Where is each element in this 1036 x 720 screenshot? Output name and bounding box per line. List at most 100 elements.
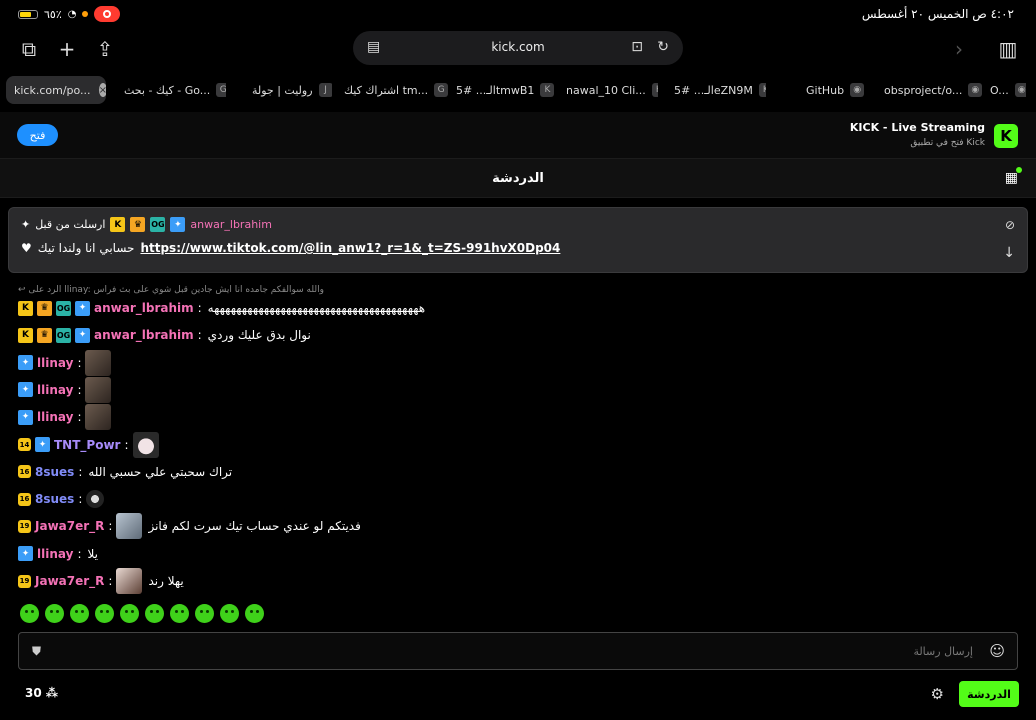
tab-favicon-icon: J	[318, 83, 332, 97]
kick-emote-icon[interactable]	[120, 604, 139, 623]
chat-emote-icon	[85, 404, 112, 431]
subscriber-badge-icon: 16	[18, 492, 31, 506]
chat-username[interactable]: llinay	[37, 356, 73, 370]
browser-tab[interactable]: GitHub ◉	[798, 76, 874, 104]
tab-label: O...	[990, 83, 1009, 97]
pinned-message[interactable]: ✦ ارسلت من قبل K ♛ OG ✦ anwar_lbrahim ♥ …	[8, 207, 1028, 273]
emoji-icon[interactable]: ☺	[989, 642, 1005, 660]
wifi-icon: ◔	[67, 8, 77, 20]
tab-close-icon[interactable]: ×	[98, 83, 106, 97]
kick-emote-icon[interactable]	[20, 604, 39, 623]
chat-message[interactable]: ✦ llinay:	[18, 404, 112, 431]
pinned-link[interactable]: https://www.tiktok.com/@lin_anw1?_r=1&_t…	[140, 241, 560, 255]
browser-toolbar: ⧉ + ⇪ ▤ kick.com ⊡ ↻ › ▥	[0, 30, 1036, 70]
chat-username[interactable]: anwar_lbrahim	[94, 301, 194, 315]
chat-message-text: نوال بدق عليك وردي	[207, 328, 311, 343]
chat-message[interactable]: 16 8sues: تراك سحبتي علي حسبي الله	[18, 459, 232, 485]
app-title: KICK - Live Streaming	[849, 121, 985, 134]
kick-emote-icon[interactable]	[70, 604, 89, 623]
chat-title: الدردشة	[492, 171, 544, 186]
chat-emote-icon	[85, 376, 112, 403]
kick-emote-icon[interactable]	[95, 604, 114, 623]
browser-tab[interactable]: obsproject/o... ◉	[876, 76, 982, 104]
chat-message[interactable]: ✦ llinay: يلا	[18, 541, 98, 567]
tab-label: الـ... #5eZN9M	[674, 83, 753, 97]
chat-message-text: يهلا رند	[148, 574, 184, 588]
chat-message[interactable]: 19 Jawa7er_R: يهلا رند	[18, 568, 184, 594]
vip-badge-icon: ✦	[18, 546, 33, 562]
browser-tab[interactable]: nawal_10 Cli... K	[558, 76, 658, 104]
username-separator: :	[77, 410, 82, 425]
chat-send-button[interactable]: الدردشة	[959, 681, 1019, 707]
username-separator: :	[77, 355, 82, 370]
expand-pin-icon[interactable]: ↓	[1003, 245, 1015, 261]
kick-emote-icon[interactable]	[145, 604, 164, 623]
chat-username[interactable]: TNT_Powr	[54, 438, 120, 452]
new-tab-icon[interactable]: +	[54, 36, 80, 62]
shield-icon[interactable]: ⛊	[32, 644, 41, 659]
kick-emote-icon[interactable]	[45, 604, 64, 623]
browser-tab[interactable]: روليت | جولة J	[244, 76, 332, 104]
reload-icon[interactable]: ↻	[657, 39, 669, 55]
pinned-text: حسابي انا ولندا تيك	[37, 241, 135, 255]
reader-icon[interactable]: ⊡	[631, 39, 643, 55]
pinned-body: ♥ حسابي انا ولندا تيك https://www.tiktok…	[21, 241, 560, 255]
sidebar-icon[interactable]: ▥	[995, 36, 1021, 62]
username-separator: :	[108, 574, 113, 588]
hide-pin-icon[interactable]: ⊘	[1005, 218, 1015, 232]
share-icon[interactable]: ⇪	[92, 36, 118, 62]
crown-badge-icon: ♛	[130, 217, 146, 232]
tab-favicon-icon: ◉	[1014, 83, 1026, 97]
browser-tab[interactable]: O... ◉	[982, 76, 1026, 104]
chat-username[interactable]: Jawa7er_R	[35, 574, 104, 588]
username-separator: :	[197, 301, 202, 315]
chat-message-text: فديتكم لو عندي حساب تيك سرت لكم فانز	[148, 519, 361, 534]
vip-badge-icon: ✦	[35, 437, 50, 452]
tabs-overview-icon[interactable]: ⧉	[16, 36, 42, 62]
og-badge-icon: OG	[150, 217, 166, 232]
browser-tab[interactable]: كيك - بحث - Go... G	[116, 76, 226, 104]
chat-username[interactable]: llinay	[37, 410, 73, 424]
chat-message[interactable]: 16 8sues:	[18, 486, 105, 512]
username-separator: :	[197, 328, 202, 343]
chat-username[interactable]: 8sues	[35, 465, 74, 479]
open-app-button[interactable]: فتح	[17, 124, 58, 146]
kick-emote-icon[interactable]	[220, 604, 239, 623]
chat-message[interactable]: ✦ llinay:	[18, 349, 112, 376]
chat-message[interactable]: 19 Jawa7er_R: فديتكم لو عندي حساب تيك سرت …	[18, 513, 361, 540]
chat-username[interactable]: anwar_lbrahim	[94, 328, 194, 342]
pin-icon: ✦	[21, 218, 31, 231]
chat-username[interactable]: 8sues	[35, 492, 74, 506]
chat-message[interactable]: K ♛ OG ✦ anwar_lbrahim: ههههههههههههههههههههه…	[18, 295, 425, 321]
browser-tab[interactable]: kick.com/po... ×	[6, 76, 106, 104]
chat-message[interactable]: ✦ llinay:	[18, 376, 112, 403]
vip-badge-icon: ✦	[75, 300, 90, 316]
forward-icon[interactable]: ›	[946, 36, 972, 62]
subscriber-badge-icon: 19	[18, 574, 31, 588]
chat-message-text: يلا	[87, 546, 98, 561]
kick-badge-icon: K	[18, 300, 33, 316]
chat-username[interactable]: llinay	[37, 547, 73, 561]
tab-label: nawal_10 Cli...	[566, 83, 646, 97]
screen-record-icon[interactable]	[94, 6, 121, 22]
chat-username[interactable]: llinay	[37, 383, 73, 397]
chat-message[interactable]: K ♛ OG ✦ anwar_lbrahim: نوال بدق عليك وردي	[18, 322, 311, 348]
kick-emote-icon[interactable]	[195, 604, 214, 623]
chat-message[interactable]: 14 ✦ TNT_Powr:	[18, 431, 159, 458]
community-icon[interactable]: ▦	[1005, 170, 1018, 186]
browser-tab[interactable]: اشتراك كيك tm... G	[336, 76, 448, 104]
chat-username[interactable]: Jawa7er_R	[35, 519, 104, 533]
tab-label: كيك - بحث - Go...	[124, 83, 211, 97]
tab-favicon-icon: G	[216, 83, 226, 97]
viewer-count: 30 ⁂	[25, 686, 58, 700]
tab-favicon-icon: ◉	[968, 83, 982, 97]
address-bar[interactable]: ▤ kick.com ⊡ ↻	[353, 31, 683, 65]
chat-input[interactable]: ⛊ إرسال رسالة ☺	[18, 632, 1018, 670]
kick-emote-icon[interactable]	[170, 604, 189, 623]
pinned-sender[interactable]: anwar_lbrahim	[190, 218, 272, 231]
settings-icon[interactable]: ⚙	[931, 685, 944, 703]
kick-emote-icon[interactable]	[245, 604, 264, 623]
browser-tab[interactable]: الـ... #5tmwB1 K	[448, 76, 556, 104]
app-subtitle: فتح في تطبيق Kick	[910, 138, 985, 148]
browser-tab[interactable]: الـ... #5eZN9M K	[666, 76, 766, 104]
